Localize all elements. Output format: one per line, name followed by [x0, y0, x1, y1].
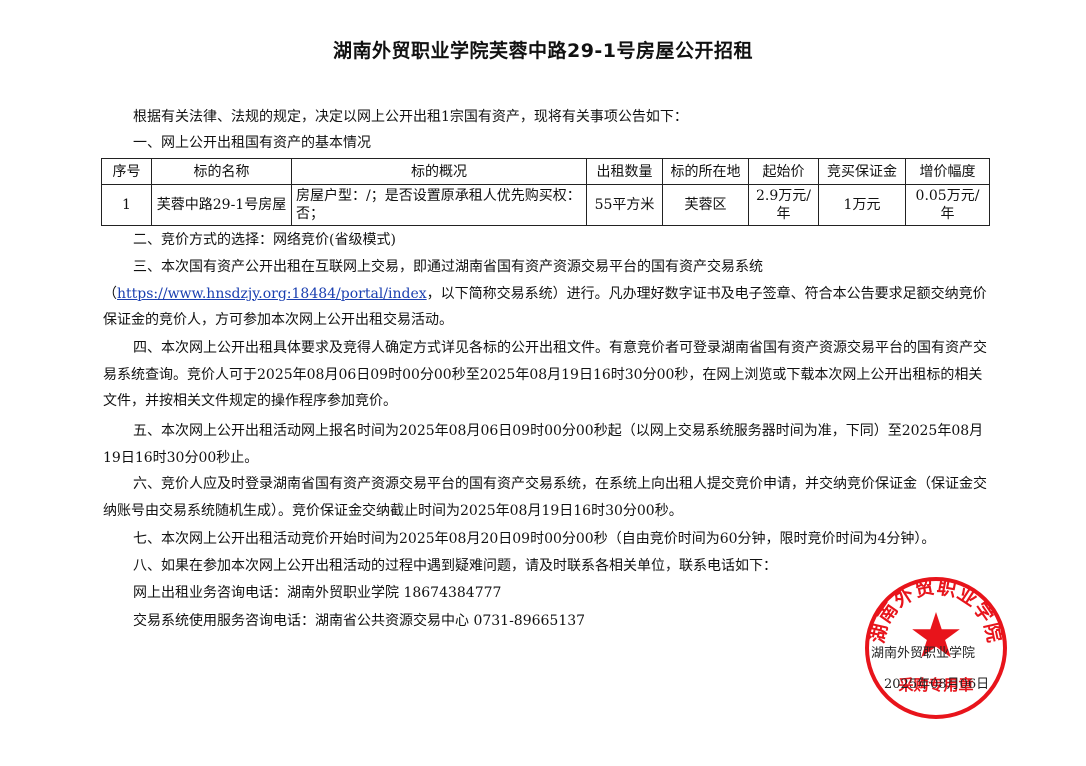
cell-deposit: 1万元: [818, 184, 906, 226]
cell-name: 芙蓉中路29-1号房屋: [151, 184, 292, 226]
asset-table: 序号 标的名称 标的概况 出租数量 标的所在地 起始价 竞买保证金 增价幅度 1…: [101, 158, 990, 226]
signature-org: 湖南外贸职业学院: [871, 646, 976, 661]
cell-location: 芙蓉区: [662, 184, 749, 226]
section-3: 三、本次国有资产公开出租在互联网上交易，即通过湖南省国有资产资源交易平台的国有资…: [103, 254, 991, 334]
section-5: 五、本次网上公开出租活动网上报名时间为2025年08月06日09时00分00秒起…: [103, 423, 984, 466]
header-start-price: 起始价: [748, 158, 819, 185]
section-2: 二、竞价方式的选择：网络竞价(省级模式): [133, 232, 396, 248]
page-title: 湖南外贸职业学院芙蓉中路29-1号房屋公开招租: [332, 40, 754, 62]
section-6: 六、竞价人应及时登录湖南省国有资产资源交易平台的国有资产交易系统，在系统上向出租…: [103, 476, 987, 519]
header-deposit: 竞买保证金: [818, 158, 906, 185]
header-increment: 增价幅度: [905, 158, 990, 185]
header-overview: 标的概况: [291, 158, 587, 185]
section-4: 四、本次网上公开出租具体要求及竞得人确定方式详见各标的公开出租文件。有意竞价者可…: [103, 340, 987, 409]
cell-increment: 0.05万元/年: [905, 184, 990, 226]
section-3-body: （https://www.hnsdzjy.org:18484/portal/in…: [103, 281, 991, 334]
header-location: 标的所在地: [662, 158, 749, 185]
table-row: 1 芙蓉中路29-1号房屋 房屋户型：/；是否设置原承租人优先购买权：否； 55…: [101, 184, 990, 226]
contact-system: 交易系统使用服务咨询电话：湖南省公共资源交易中心 0731-89665137: [133, 613, 586, 629]
contact-business: 网上出租业务咨询电话：湖南外贸职业学院 18674384777: [133, 585, 502, 601]
section-8: 八、如果在参加本次网上公开出租活动的过程中遇到疑难问题，请及时联系各相关单位，联…: [133, 558, 777, 574]
cell-overview: 房屋户型：/；是否设置原承租人优先购买权：否；: [291, 184, 587, 226]
header-quantity: 出租数量: [586, 158, 663, 185]
table-header-row: 序号 标的名称 标的概况 出租数量 标的所在地 起始价 竞买保证金 增价幅度: [101, 158, 990, 185]
cell-no: 1: [101, 184, 152, 226]
section-1-heading: 一、网上公开出租国有资产的基本情况: [133, 135, 371, 151]
signature-date: 2025年08月06日: [884, 677, 990, 692]
section-7: 七、本次网上公开出租活动竞价开始时间为2025年08月20日09时00分00秒（…: [133, 531, 936, 547]
intro-paragraph: 根据有关法律、法规的规定，决定以网上公开出租1宗国有资产，现将有关事项公告如下：: [133, 109, 688, 125]
cell-quantity: 55平方米: [586, 184, 663, 226]
header-name: 标的名称: [151, 158, 292, 185]
section-3-paren: （: [103, 285, 117, 302]
cell-start-price: 2.9万元/年: [748, 184, 819, 226]
header-no: 序号: [101, 158, 152, 185]
section-3-first-line: 三、本次国有资产公开出租在互联网上交易，即通过湖南省国有资产资源交易平台的国有资…: [133, 259, 763, 275]
trading-system-link[interactable]: https://www.hnsdzjy.org:18484/portal/ind…: [117, 286, 427, 302]
